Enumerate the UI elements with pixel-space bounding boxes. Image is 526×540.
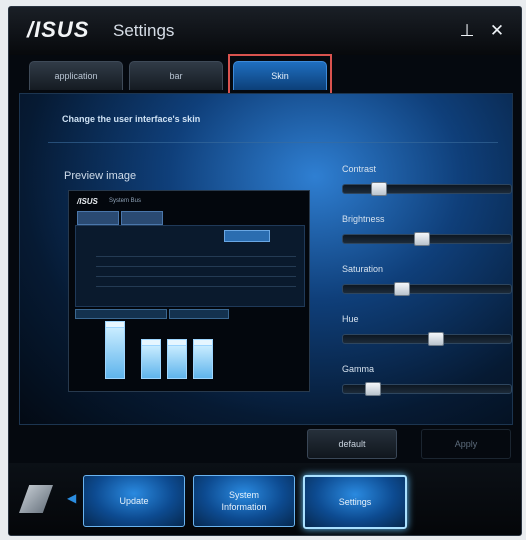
brightness-slider[interactable]: [342, 232, 512, 246]
tab-application[interactable]: application: [29, 61, 123, 90]
brightness-label: Brightness: [342, 214, 385, 224]
slider-thumb[interactable]: [428, 332, 444, 346]
asus-logo: /ISUS: [27, 17, 90, 42]
saturation-slider[interactable]: [342, 282, 512, 296]
preview-logo: /ISUS: [77, 197, 98, 206]
preview-tab-1: [77, 211, 119, 225]
hue-label: Hue: [342, 314, 359, 324]
slider-thumb[interactable]: [414, 232, 430, 246]
settings-button[interactable]: Settings: [303, 475, 407, 529]
preview-cell: [141, 345, 161, 379]
update-button[interactable]: Update: [83, 475, 185, 527]
close-icon[interactable]: ✕: [487, 21, 507, 41]
settings-window: /ISUS Settings ⊥ ✕ application bar Skin …: [8, 6, 522, 536]
preview-panel: [75, 225, 305, 307]
default-button[interactable]: default: [307, 429, 397, 459]
apply-button[interactable]: Apply: [421, 429, 511, 459]
window-title: Settings: [113, 21, 175, 40]
title-bar[interactable]: /ISUS Settings ⊥ ✕: [9, 7, 521, 55]
preview-row: [96, 272, 296, 277]
preview-label: Preview image: [64, 170, 137, 182]
preview-title: System Bus: [109, 198, 142, 204]
skin-panel: Change the user interface's skin Preview…: [19, 93, 513, 425]
slider-thumb[interactable]: [365, 382, 381, 396]
skin-description: Change the user interface's skin: [62, 114, 201, 124]
preview-tab-2: [121, 211, 163, 225]
contrast-label: Contrast: [342, 164, 377, 174]
preview-row: [96, 252, 296, 257]
pin-icon[interactable]: ⊥: [457, 21, 477, 41]
slider-thumb[interactable]: [394, 282, 410, 296]
preview-row: [96, 282, 296, 287]
bottom-nav-bar: ◀ Update System Information Settings: [9, 463, 521, 535]
hue-slider[interactable]: [342, 332, 512, 346]
preview-cell: [167, 345, 187, 379]
settings-tabs: application bar Skin: [29, 57, 499, 91]
chevron-left-icon[interactable]: ◀: [67, 491, 76, 505]
saturation-label: Saturation: [342, 264, 384, 274]
preview-row: [96, 262, 296, 267]
gamma-slider[interactable]: [342, 382, 512, 396]
slider-thumb[interactable]: [371, 182, 387, 196]
ai-suite-logo-icon: [19, 485, 53, 513]
divider: [48, 142, 498, 143]
preview-mini-field: [75, 309, 167, 319]
preview-mini-field: [169, 309, 229, 319]
tab-skin[interactable]: Skin: [233, 61, 327, 90]
system-information-button[interactable]: System Information: [193, 475, 295, 527]
preview-cell: [193, 345, 213, 379]
tab-bar[interactable]: bar: [129, 61, 223, 90]
contrast-slider[interactable]: [342, 182, 512, 196]
preview-panel-button: [224, 230, 270, 242]
gamma-label: Gamma: [342, 364, 375, 374]
preview-cell: [105, 327, 125, 379]
skin-preview-image: /ISUS System Bus: [68, 190, 310, 392]
